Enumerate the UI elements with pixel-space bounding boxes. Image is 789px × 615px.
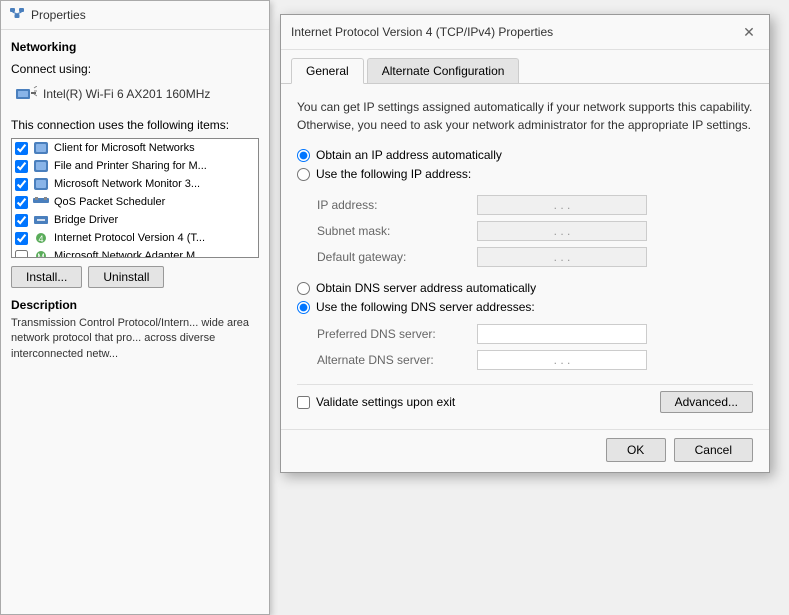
close-button[interactable]: ✕	[739, 22, 759, 42]
cancel-button[interactable]: Cancel	[674, 438, 753, 462]
connection-items-label: This connection uses the following items…	[11, 118, 259, 132]
alternate-dns-label: Alternate DNS server:	[317, 353, 477, 367]
adapter-row: Intel(R) Wi-Fi 6 AX201 160MHz	[11, 82, 259, 106]
list-item[interactable]: Microsoft Network Monitor 3...	[12, 175, 258, 193]
dialog-titlebar: Internet Protocol Version 4 (TCP/IPv4) P…	[281, 15, 769, 50]
networking-label: Networking	[11, 40, 259, 54]
list-item[interactable]: File and Printer Sharing for M...	[12, 157, 258, 175]
use-following-dns-item[interactable]: Use the following DNS server addresses:	[297, 300, 753, 314]
item-label-3: QoS Packet Scheduler	[54, 196, 165, 208]
description-title: Description	[11, 298, 259, 312]
item-label-1: File and Printer Sharing for M...	[54, 160, 207, 172]
description-section: Description Transmission Control Protoco…	[11, 298, 259, 362]
properties-window: Properties Networking Connect using: Int…	[0, 0, 270, 615]
use-following-ip-radio[interactable]	[297, 168, 310, 181]
alternate-dns-row: Alternate DNS server:	[317, 350, 753, 370]
item-icon-3	[33, 195, 49, 209]
ip-address-label: IP address:	[317, 198, 477, 212]
item-checkbox-6[interactable]	[15, 250, 28, 259]
item-checkbox-4[interactable]	[15, 214, 28, 227]
item-label-6: Microsoft Network Adapter M...	[54, 250, 204, 258]
item-label-4: Bridge Driver	[54, 214, 118, 226]
preferred-dns-label: Preferred DNS server:	[317, 327, 477, 341]
obtain-ip-auto-label[interactable]: Obtain an IP address automatically	[316, 148, 502, 162]
item-icon-1	[33, 159, 49, 173]
install-button[interactable]: Install...	[11, 266, 82, 288]
description-text: Transmission Control Protocol/Intern... …	[11, 316, 259, 362]
default-gateway-input[interactable]	[477, 247, 647, 267]
obtain-dns-auto-radio[interactable]	[297, 282, 310, 295]
network-icon	[9, 7, 25, 23]
item-icon-4	[33, 213, 49, 227]
item-label-2: Microsoft Network Monitor 3...	[54, 178, 200, 190]
preferred-dns-input[interactable]	[477, 324, 647, 344]
svg-text:4: 4	[38, 234, 43, 244]
alternate-dns-input[interactable]	[477, 350, 647, 370]
ip-address-row: IP address:	[317, 195, 753, 215]
ipv4-properties-dialog: Internet Protocol Version 4 (TCP/IPv4) P…	[280, 14, 770, 473]
items-list[interactable]: Client for Microsoft Networks File and P…	[11, 138, 259, 258]
info-text: You can get IP settings assigned automat…	[297, 98, 753, 134]
item-label-5: Internet Protocol Version 4 (T...	[54, 232, 205, 244]
obtain-ip-auto-item[interactable]: Obtain an IP address automatically	[297, 148, 753, 162]
adapter-icon	[15, 86, 37, 102]
item-checkbox-0[interactable]	[15, 142, 28, 155]
ok-button[interactable]: OK	[606, 438, 666, 462]
item-checkbox-1[interactable]	[15, 160, 28, 173]
obtain-ip-auto-radio[interactable]	[297, 149, 310, 162]
uninstall-button[interactable]: Uninstall	[88, 266, 164, 288]
bottom-row: Validate settings upon exit Advanced...	[297, 384, 753, 419]
subnet-mask-row: Subnet mask:	[317, 221, 753, 241]
item-checkbox-3[interactable]	[15, 196, 28, 209]
connect-using-label: Connect using:	[11, 62, 259, 76]
ip-radio-group: Obtain an IP address automatically Use t…	[297, 148, 753, 181]
validate-row: Validate settings upon exit	[297, 395, 455, 409]
svg-text:M: M	[37, 252, 45, 258]
list-item[interactable]: QoS Packet Scheduler	[12, 193, 258, 211]
ip-address-input[interactable]	[477, 195, 647, 215]
item-label-0: Client for Microsoft Networks	[54, 142, 195, 154]
tab-general[interactable]: General	[291, 58, 364, 84]
item-icon-5: 4	[33, 231, 49, 245]
validate-settings-checkbox[interactable]	[297, 396, 310, 409]
properties-titlebar: Properties	[1, 1, 269, 30]
item-icon-6: M	[33, 249, 49, 258]
default-gateway-row: Default gateway:	[317, 247, 753, 267]
properties-title: Properties	[31, 8, 86, 22]
item-icon-2	[33, 177, 49, 191]
use-following-ip-label[interactable]: Use the following IP address:	[316, 167, 471, 181]
tab-bar: General Alternate Configuration	[281, 50, 769, 84]
use-following-dns-radio[interactable]	[297, 301, 310, 314]
ip-fields: IP address: Subnet mask: Default gateway…	[317, 195, 753, 267]
preferred-dns-row: Preferred DNS server:	[317, 324, 753, 344]
adapter-name: Intel(R) Wi-Fi 6 AX201 160MHz	[43, 87, 210, 101]
use-following-ip-item[interactable]: Use the following IP address:	[297, 167, 753, 181]
item-checkbox-5[interactable]	[15, 232, 28, 245]
list-item[interactable]: 4 Internet Protocol Version 4 (T...	[12, 229, 258, 247]
subnet-mask-label: Subnet mask:	[317, 224, 477, 238]
obtain-dns-auto-label[interactable]: Obtain DNS server address automatically	[316, 281, 536, 295]
btn-row: Install... Uninstall	[11, 266, 259, 288]
subnet-mask-input[interactable]	[477, 221, 647, 241]
tab-alternate-config[interactable]: Alternate Configuration	[367, 58, 520, 83]
dns-radio-group: Obtain DNS server address automatically …	[297, 281, 753, 314]
default-gateway-label: Default gateway:	[317, 250, 477, 264]
item-icon-0	[33, 141, 49, 155]
list-item[interactable]: Bridge Driver	[12, 211, 258, 229]
advanced-button[interactable]: Advanced...	[660, 391, 753, 413]
item-checkbox-2[interactable]	[15, 178, 28, 191]
dns-fields: Preferred DNS server: Alternate DNS serv…	[317, 324, 753, 370]
obtain-dns-auto-item[interactable]: Obtain DNS server address automatically	[297, 281, 753, 295]
dialog-footer: OK Cancel	[281, 429, 769, 472]
list-item[interactable]: M Microsoft Network Adapter M...	[12, 247, 258, 258]
dialog-title: Internet Protocol Version 4 (TCP/IPv4) P…	[291, 25, 553, 39]
use-following-dns-label[interactable]: Use the following DNS server addresses:	[316, 300, 535, 314]
dialog-body: You can get IP settings assigned automat…	[281, 84, 769, 429]
validate-settings-label[interactable]: Validate settings upon exit	[316, 395, 455, 409]
list-item[interactable]: Client for Microsoft Networks	[12, 139, 258, 157]
